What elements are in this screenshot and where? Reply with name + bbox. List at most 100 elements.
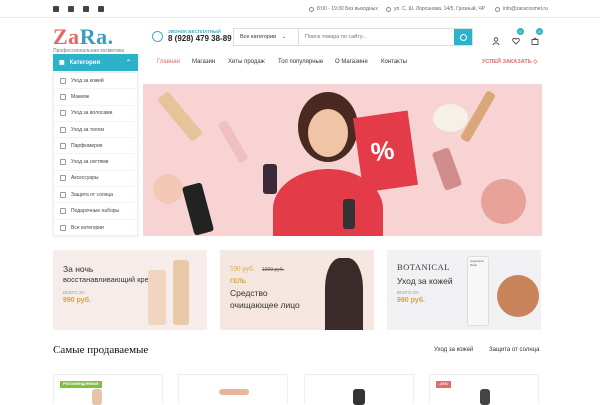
nail-icon	[60, 159, 66, 166]
order-cta-label: УСПЕЙ ЗАКАЗАТЬ	[482, 59, 532, 65]
address-text: ул. С. Ш. Лорсанова, 14/5, Грозный, ЧР	[394, 6, 485, 12]
facebook-icon[interactable]	[53, 6, 59, 12]
search-category-select[interactable]: Все категории ⌄	[234, 29, 299, 45]
phone-icon	[152, 30, 163, 42]
makeup-icon	[60, 93, 66, 100]
nav-bestsellers[interactable]: Хиты продаж	[228, 59, 265, 65]
hero-banner[interactable]: %	[143, 84, 542, 236]
youtube-icon[interactable]	[98, 6, 104, 12]
banner-title: Уход за кожей	[397, 276, 453, 286]
banner-title-line1: Средство	[230, 288, 268, 298]
search-input[interactable]	[299, 29, 454, 45]
tab-sun-protection[interactable]: Защита от солнца	[489, 347, 539, 353]
wishlist-icon[interactable]: 0	[512, 28, 524, 45]
search-icon	[459, 33, 467, 41]
banner-price: 990 руб.	[397, 297, 425, 304]
nav-popular[interactable]: Топ популярные	[278, 59, 323, 65]
banner-title-line2: очищающее лицо	[230, 300, 300, 310]
banner-small-text: ВСЕГО ЗА	[397, 290, 419, 295]
promo-banner-night-cream[interactable]: За ночь восстанавливающий крем ВСЕГО ЗА …	[53, 250, 207, 330]
banner-tag: ГЕЛЬ	[230, 279, 246, 285]
grid-icon: ▦	[59, 60, 65, 66]
product-image	[353, 389, 365, 405]
chevron-down-icon: ⌄	[282, 34, 287, 40]
mascara-image	[181, 182, 215, 236]
banner-title-line1: За ночь	[63, 264, 94, 274]
lipstick-image	[217, 119, 249, 164]
email[interactable]: info@zaracosmet.ru	[495, 6, 548, 12]
lipstick2-image	[431, 147, 463, 191]
banner-old-price: 1000 руб.	[262, 267, 285, 273]
blush-image	[481, 179, 526, 224]
phone-block[interactable]: ЗВОНОК БЕСПЛАТНЫЙ 8 (928) 479 38-89	[152, 29, 232, 43]
nav-contacts[interactable]: Контакты	[381, 59, 407, 65]
sidebar-item-label: Уход за волосами	[71, 110, 113, 117]
sidebar-item-makeup[interactable]: Макияж	[54, 89, 137, 106]
sidebar-item-label: Подарочные наборы	[71, 208, 120, 215]
search-button[interactable]	[454, 29, 472, 45]
email-text[interactable]: info@zaracosmet.ru	[503, 6, 548, 12]
all-categories-icon	[60, 224, 66, 231]
sale-percent-icon: %	[368, 134, 397, 168]
categories-button[interactable]: ▦ Категории ⌃	[53, 54, 138, 71]
serum-box-image: Augustinus Bader	[467, 256, 489, 326]
twitter-icon[interactable]	[68, 6, 74, 12]
banner-title-line2: восстанавливающий крем	[63, 275, 154, 284]
chevron-up-icon: ⌃	[125, 60, 131, 66]
sidebar-item-label: Аксессуары	[71, 175, 99, 182]
recommended-badge: РЕКОМЕНДУЕМЫЕ	[60, 381, 102, 388]
skincare-icon	[60, 77, 66, 84]
sidebar-item-label: Все категории	[71, 224, 104, 231]
sidebar-item-accessories[interactable]: Аксессуары	[54, 171, 137, 188]
search-bar: Все категории ⌄	[233, 28, 473, 46]
sidebar-item-label: Парфюмерия	[71, 142, 103, 149]
sidebar-item-sun-protection[interactable]: Защита от солнца	[54, 187, 137, 204]
sidebar-item-nailcare[interactable]: Уход за ногтями	[54, 154, 137, 171]
logo-part2: Ra.	[79, 24, 114, 49]
wishlist-count-badge: 0	[517, 28, 524, 35]
banner-small-text: ВСЕГО ЗА	[63, 290, 85, 295]
tab-skincare[interactable]: Уход за кожей	[434, 347, 473, 353]
logo[interactable]: ZaRa. Профессиональная косметика	[53, 24, 124, 54]
promo-banner-face-gel[interactable]: 590 руб. 1000 руб. ГЕЛЬ Средство очищающ…	[220, 250, 374, 330]
sun-icon	[60, 191, 66, 198]
instagram-icon[interactable]	[83, 6, 89, 12]
sidebar-item-label: Уход за телом	[71, 126, 104, 133]
sidebar-item-label: Макияж	[71, 93, 90, 100]
product-image	[219, 389, 249, 395]
promo-banner-botanical[interactable]: BOTANICAL Уход за кожей ВСЕГО ЗА 990 руб…	[387, 250, 541, 330]
bronzer-image	[497, 275, 539, 317]
sidebar-item-perfume[interactable]: Парфюмерия	[54, 138, 137, 155]
cart-count-badge: 0	[536, 28, 543, 35]
bestsellers-title: Самые продаваемые	[53, 344, 149, 356]
haircare-icon	[60, 110, 66, 117]
sidebar-item-bodycare[interactable]: Уход за телом	[54, 122, 137, 139]
sidebar-item-skincare[interactable]: Уход за кожей	[54, 73, 137, 90]
location-icon	[386, 6, 391, 12]
order-cta-link[interactable]: УСПЕЙ ЗАКАЗАТЬ ◇	[482, 59, 537, 65]
cream-jar-image	[433, 104, 468, 132]
product-image	[480, 389, 490, 405]
model-photo	[325, 258, 363, 330]
nav-about[interactable]: О Магазине	[335, 59, 368, 65]
clock-icon	[309, 6, 314, 12]
sidebar-item-all[interactable]: Все категории	[54, 220, 137, 236]
cart-icon[interactable]: 0	[531, 28, 543, 45]
banner-price-line: 590 руб.	[230, 265, 255, 273]
nav-home[interactable]: Главная	[157, 59, 180, 65]
foundation-bottle-image	[148, 270, 166, 325]
phone-number[interactable]: 8 (928) 479 38-89	[168, 34, 232, 43]
categories-label: Категории	[69, 59, 101, 66]
cosmetic-tube-image	[156, 90, 204, 143]
sidebar-item-gift-sets[interactable]: Подарочные наборы	[54, 203, 137, 220]
account-icon[interactable]	[492, 32, 500, 46]
top-bar: 8:00 - 19:30 Без выходных ул. С. Ш. Лорс…	[0, 0, 600, 18]
bodycare-icon	[60, 126, 66, 133]
diamond-icon: ◇	[533, 59, 538, 65]
sidebar-item-haircare[interactable]: Уход за волосами	[54, 106, 137, 122]
sidebar-item-label: Уход за кожей	[71, 77, 104, 84]
address: ул. С. Ш. Лорсанова, 14/5, Грозный, ЧР	[386, 6, 485, 12]
nav-shop[interactable]: Магазин	[192, 59, 215, 65]
search-category-label: Все категории	[240, 34, 277, 40]
perfume-icon	[60, 142, 66, 149]
